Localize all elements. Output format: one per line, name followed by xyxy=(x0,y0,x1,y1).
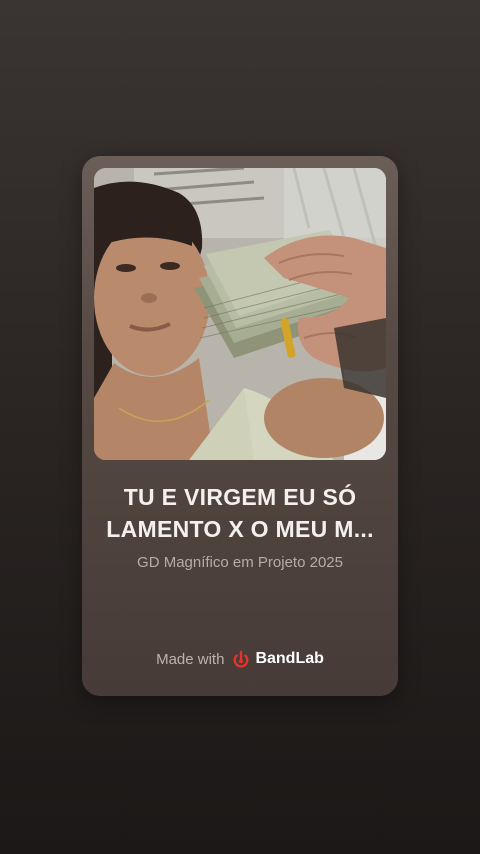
cover-image xyxy=(94,168,386,460)
track-title-line-1: TU E VIRGEM EU SÓ xyxy=(123,484,357,510)
bandlab-logo-icon xyxy=(234,650,249,668)
made-with-label: Made with xyxy=(156,650,225,668)
track-title: TU E VIRGEM EU SÓ LAMENTO X O MEU M... xyxy=(98,481,382,545)
bandlab-brand-label: BandLab xyxy=(255,650,324,667)
share-card[interactable]: TU E VIRGEM EU SÓ LAMENTO X O MEU M... G… xyxy=(82,156,398,696)
track-title-line-2: LAMENTO X O MEU M... xyxy=(106,516,374,542)
cover-photo-illustration xyxy=(94,168,386,460)
made-with-bandlab[interactable]: Made with BandLab xyxy=(82,650,398,668)
bandlab-brand[interactable]: BandLab xyxy=(232,650,324,668)
track-subtitle: GD Magnífico em Projeto 2025 xyxy=(137,554,343,571)
